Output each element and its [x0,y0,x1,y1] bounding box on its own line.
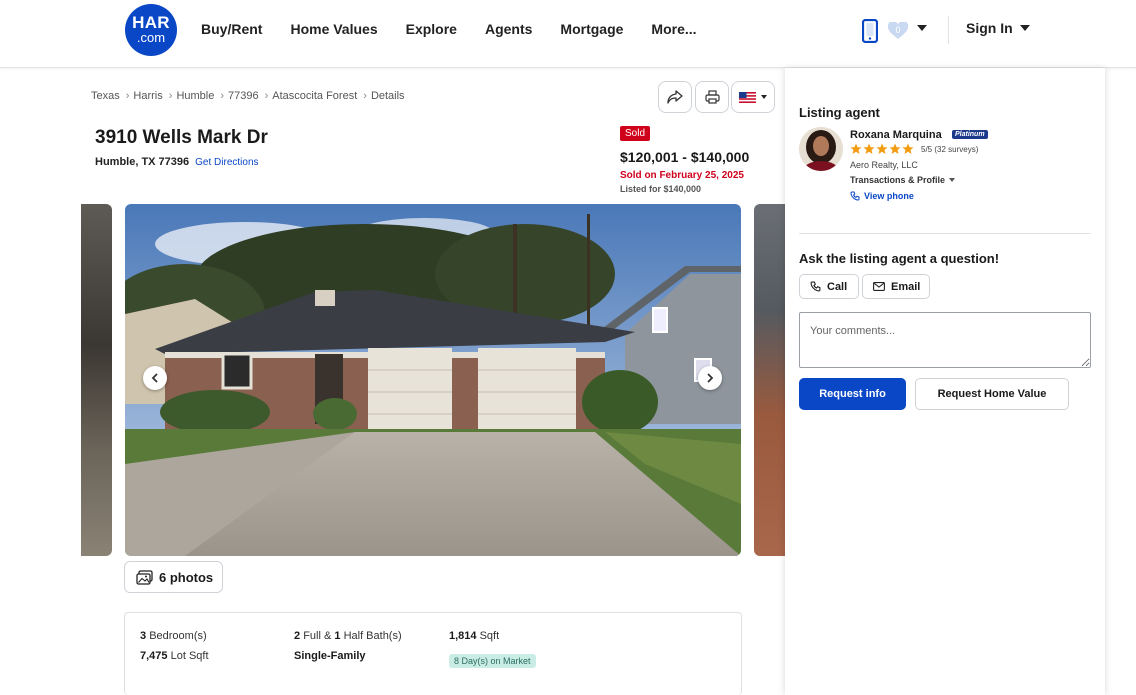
star-icon [876,143,888,154]
transactions-profile-dropdown[interactable]: Transactions & Profile [850,175,956,185]
view-phone-link[interactable]: View phone [850,191,914,201]
breadcrumb: Texas › Harris › Humble › 77396 › Atasco… [91,90,405,102]
sqft-fact: 1,814 Sqft [449,630,500,642]
chevron-right-icon: › [220,90,225,102]
agent-company: Aero Realty, LLC [850,160,918,170]
chevron-right-icon [707,373,714,383]
breadcrumb-harris[interactable]: Harris [133,90,162,102]
get-directions-link[interactable]: Get Directions [195,157,258,168]
printer-icon [704,90,720,104]
nav-more[interactable]: More... [651,20,696,38]
chevron-down-icon [949,178,956,182]
star-icon [850,143,862,154]
carousel-next-button[interactable] [698,366,722,390]
carousel-prev-button[interactable] [143,366,167,390]
breadcrumb-zip[interactable]: 77396 [228,90,259,102]
star-icon [863,143,875,154]
comments-textarea[interactable] [799,312,1091,368]
chevron-right-icon: › [168,90,173,102]
photo-gallery-icon [136,569,153,585]
favorites-heart-icon[interactable]: 0 [887,20,909,40]
nav-mortgage[interactable]: Mortgage [560,20,623,38]
sign-in-button[interactable]: Sign In [966,20,1030,36]
print-button[interactable] [695,81,729,113]
nav-explore[interactable]: Explore [406,20,457,38]
share-button[interactable] [658,81,692,113]
status-badge: Sold [620,126,651,141]
chevron-left-icon [151,373,158,383]
star-icon [889,143,901,154]
property-type-fact: Single-Family [294,650,366,662]
call-button[interactable]: Call [799,274,859,299]
header-divider [948,16,949,44]
share-icon [667,90,683,104]
chevron-right-icon: › [125,90,130,102]
chevron-down-icon [1019,25,1030,31]
nav-agents[interactable]: Agents [485,20,532,38]
phone-icon [850,191,860,201]
mobile-phone-icon[interactable] [862,19,878,43]
platinum-badge: Platinum [952,130,988,139]
listed-price: Listed for $140,000 [620,184,702,194]
breadcrumb-texas[interactable]: Texas [91,90,120,102]
breadcrumb-details: Details [370,90,405,102]
agent-name[interactable]: Roxana Marquina [850,129,942,141]
previous-photo-preview[interactable] [81,204,112,556]
listing-city-line: Humble, TX 77396 Get Directions [95,156,259,168]
top-navigation-bar: HAR .com Buy/Rent Home Values Explore Ag… [0,0,1136,68]
days-on-market-badge: 8 Day(s) on Market [449,654,536,668]
chevron-right-icon: › [363,90,367,102]
sold-date: Sold on February 25, 2025 [620,170,744,181]
us-flag-icon [739,91,756,103]
bedrooms-fact: 3 Bedroom(s) [140,630,207,642]
agent-avatar[interactable] [799,127,843,171]
next-photo-preview[interactable] [754,204,785,556]
chevron-down-icon [761,95,767,99]
price-range: $120,001 - $140,000 [620,149,750,165]
view-photos-button[interactable]: 6 photos [124,561,223,593]
phone-icon [810,281,821,292]
ask-agent-heading: Ask the listing agent a question! [799,251,1000,266]
favorites-count: 0 [895,25,901,35]
rating-summary: 5/5 (32 surveys) [921,145,979,154]
nav-buy-rent[interactable]: Buy/Rent [201,20,262,38]
listing-facts-box [124,612,742,695]
language-selector[interactable] [731,81,775,113]
breadcrumb-subdivision[interactable]: Atascocita Forest [272,90,357,102]
lot-size-fact: 7,475 Lot Sqft [140,650,209,662]
chevron-right-icon: › [264,90,269,102]
listing-address: 3910 Wells Mark Dr [95,127,268,148]
envelope-icon [873,282,885,291]
request-info-button[interactable]: Request info [799,378,906,410]
main-listing-photo[interactable] [125,204,741,556]
breadcrumb-humble[interactable]: Humble [176,90,214,102]
agent-rating-stars [850,143,914,155]
request-home-value-button[interactable]: Request Home Value [915,378,1069,410]
bathrooms-fact: 2 Full & 1 Half Bath(s) [294,630,402,642]
nav-home-values[interactable]: Home Values [290,20,377,38]
sidebar-divider [799,233,1091,234]
star-icon [902,143,914,154]
listing-agent-heading: Listing agent [799,105,880,120]
har-logo[interactable]: HAR .com [125,4,177,56]
account-dropdown-caret-icon[interactable] [917,25,927,31]
main-nav: Buy/Rent Home Values Explore Agents Mort… [201,20,725,38]
email-button[interactable]: Email [862,274,930,299]
